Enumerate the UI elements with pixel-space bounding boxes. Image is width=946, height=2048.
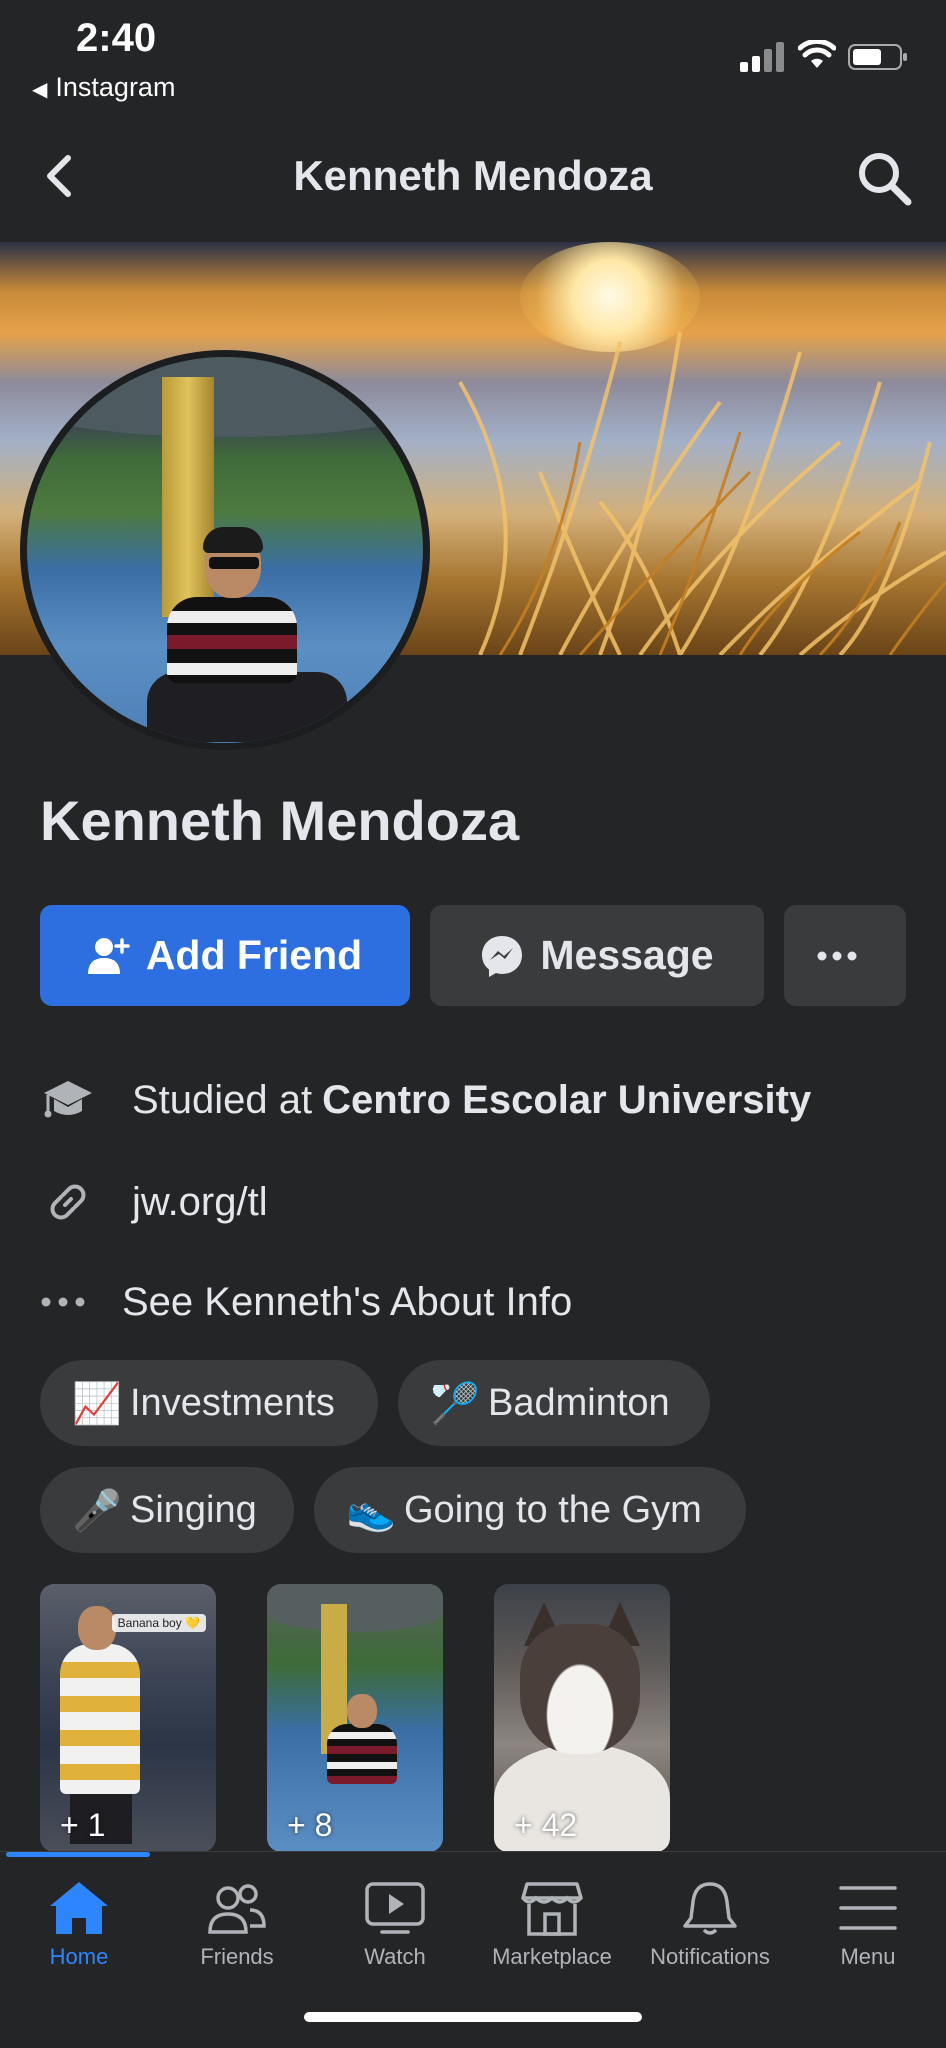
more-options-button[interactable] — [784, 905, 906, 1006]
hobby-label: Singing — [130, 1488, 257, 1531]
hobby-chip-badminton[interactable]: 🏸 Badminton — [398, 1360, 710, 1446]
hobby-label: Badminton — [488, 1381, 670, 1424]
nav-tab-menu[interactable]: Menu — [789, 1864, 946, 1970]
status-bar: 2:40 ◀ Instagram — [0, 0, 946, 110]
messenger-icon — [482, 935, 523, 977]
bell-icon — [683, 1882, 737, 1935]
nav-tab-marketplace[interactable]: Marketplace — [473, 1864, 631, 1970]
active-tab-indicator — [6, 1852, 150, 1857]
marketplace-icon — [521, 1882, 583, 1936]
featured-count: + 1 — [60, 1807, 106, 1843]
sneaker-icon: 👟 — [346, 1488, 396, 1533]
featured-count: + 42 — [514, 1807, 578, 1843]
link-icon — [40, 1174, 96, 1230]
cover-grass — [458, 331, 946, 655]
about-info-row[interactable]: See Kenneth's About Info — [40, 1274, 572, 1330]
back-to-app-link[interactable]: ◀ Instagram — [32, 72, 175, 103]
status-time: 2:40 — [76, 16, 157, 60]
education-row: Studied at Centro Escolar University — [40, 1072, 811, 1128]
featured-caption: Banana boy 💛 — [111, 1614, 206, 1632]
add-friend-label: Add Friend — [145, 932, 363, 978]
header-title: Kenneth Mendoza — [293, 152, 653, 199]
nav-tab-notifications[interactable]: Notifications — [631, 1864, 789, 1970]
nav-label: Marketplace — [492, 1944, 612, 1969]
watch-icon — [365, 1882, 425, 1934]
nav-label: Notifications — [650, 1944, 770, 1969]
hobby-chip-gym[interactable]: 👟 Going to the Gym — [314, 1467, 746, 1553]
hobby-chip-investments[interactable]: 📈 Investments — [40, 1360, 378, 1446]
add-friend-button[interactable]: Add Friend — [40, 905, 410, 1006]
chart-increasing-icon: 📈 — [72, 1381, 122, 1426]
back-triangle-icon: ◀ — [32, 79, 48, 101]
search-icon[interactable] — [854, 148, 914, 208]
menu-icon — [839, 1886, 897, 1930]
microphone-icon: 🎤 — [72, 1488, 122, 1533]
hobby-label: Going to the Gym — [404, 1488, 702, 1531]
website-link[interactable]: jw.org/tl — [132, 1180, 268, 1225]
hobby-label: Investments — [130, 1381, 335, 1424]
friends-icon — [208, 1884, 266, 1934]
home-indicator[interactable] — [304, 2012, 642, 2022]
profile-name: Kenneth Mendoza — [40, 789, 520, 852]
more-dots-icon — [40, 1274, 86, 1330]
featured-collection-3[interactable]: + 42 — [494, 1584, 670, 1852]
education-school[interactable]: Centro Escolar University — [322, 1078, 811, 1123]
message-button[interactable]: Message — [430, 905, 764, 1006]
home-icon — [50, 1882, 108, 1934]
badminton-icon: 🏸 — [430, 1381, 480, 1426]
nav-tab-home[interactable]: Home — [0, 1864, 158, 1970]
wifi-icon — [798, 40, 836, 68]
graduation-cap-icon — [40, 1072, 96, 1128]
hobby-chip-singing[interactable]: 🎤 Singing — [40, 1467, 294, 1553]
about-info-link[interactable]: See Kenneth's About Info — [122, 1280, 572, 1325]
back-app-label: Instagram — [55, 72, 176, 102]
avatar-photo — [27, 357, 423, 743]
cellular-signal-icon — [740, 42, 784, 72]
add-person-icon — [87, 937, 130, 974]
featured-collection-2[interactable]: + 8 — [267, 1584, 443, 1852]
website-row[interactable]: jw.org/tl — [40, 1174, 268, 1230]
education-prefix: Studied at — [132, 1077, 313, 1122]
battery-icon — [848, 44, 907, 70]
featured-collection-1[interactable]: Banana boy 💛 + 1 — [40, 1584, 216, 1852]
more-dots-icon — [817, 951, 857, 960]
nav-label: Home — [49, 1944, 109, 1969]
message-label: Message — [540, 932, 714, 978]
nav-tab-watch[interactable]: Watch — [316, 1864, 474, 1970]
featured-count: + 8 — [287, 1807, 333, 1843]
profile-avatar[interactable] — [20, 350, 430, 750]
nav-tab-friends[interactable]: Friends — [158, 1864, 316, 1970]
nav-label: Menu — [840, 1944, 896, 1969]
nav-label: Watch — [364, 1944, 426, 1969]
nav-label: Friends — [200, 1944, 274, 1969]
profile-header: Kenneth Mendoza — [0, 110, 946, 242]
